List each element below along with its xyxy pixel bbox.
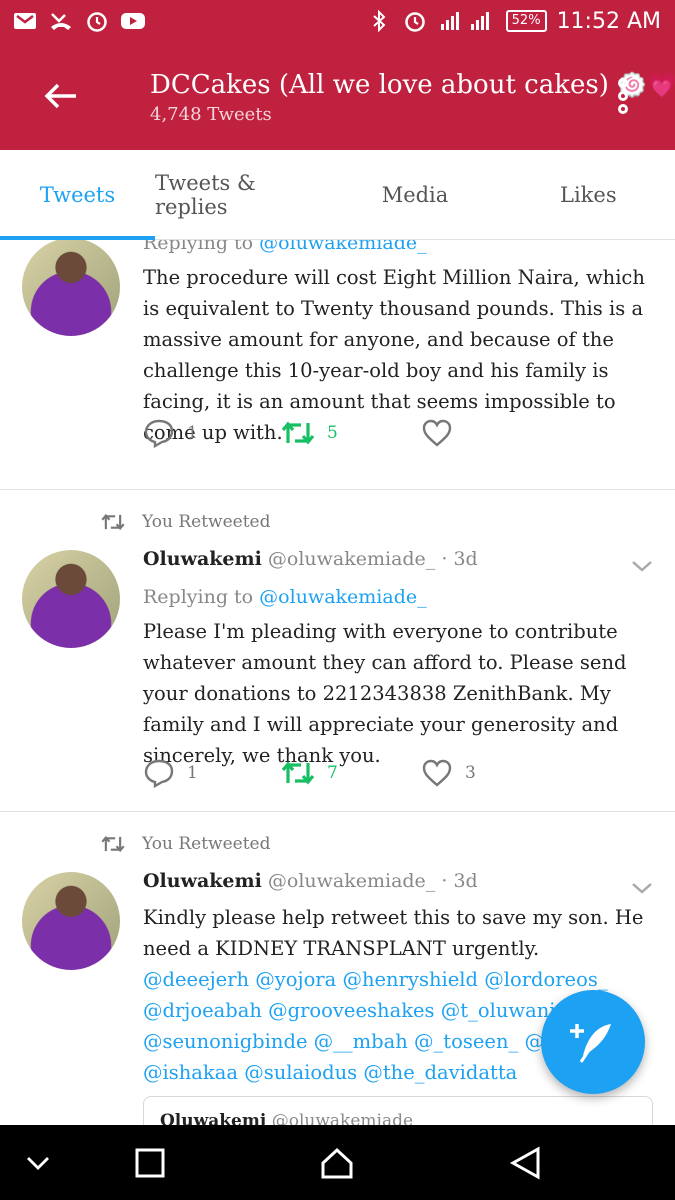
author-name: Oluwakemi [143,548,262,570]
retweet-button[interactable]: 5 [281,419,421,447]
account-title: DCCakes (All we love about cakes) 🍥💗 [150,70,675,100]
author-handle: @oluwakemiade_ [267,870,436,892]
tweet-feed[interactable]: Replying to @oluwakemiade_ The procedure… [0,240,675,1125]
retweet-icon [281,761,315,785]
quote-author-handle: @oluwakemiade_ [271,1111,422,1125]
avatar[interactable] [22,550,120,648]
alarm-icon [402,8,428,34]
home-button[interactable] [317,1143,357,1183]
avatar[interactable] [22,872,120,970]
reply-button[interactable]: 1 [143,758,281,788]
like-button[interactable] [421,419,453,447]
dot-icon [618,91,628,101]
gmail-icon [12,8,38,34]
clock: 11:52 AM [556,8,661,34]
tweet-actions: 1 7 3 [143,758,476,788]
profile-header: DCCakes (All we love about cakes) 🍥💗 4,7… [0,44,675,150]
app-top-bar: 52% 11:52 AM DCCakes (All we love about … [0,0,675,150]
status-bar: 52% 11:52 AM [0,0,675,44]
overflow-menu-button[interactable] [608,74,638,118]
reply-icon [144,419,174,448]
back-arrow-icon [44,83,76,109]
tweet-actions: 1 5 [143,418,453,448]
chevron-down-icon[interactable] [630,558,654,574]
retweet-context: You Retweeted [100,834,270,854]
retweet-context: You Retweeted [100,512,270,532]
back-triangle-icon [509,1146,540,1180]
heart-icon [422,759,452,787]
author-handle: @oluwakemiade_ [267,548,436,570]
compose-feather-icon [570,1024,611,1063]
tweet-author[interactable]: Oluwakemi @oluwakemiade_ · 3d [143,548,478,570]
tab-likes[interactable]: Likes [502,150,675,239]
account-name: DCCakes (All we love about cakes) [150,70,609,100]
dot-icon [618,78,628,88]
back-nav-button[interactable] [505,1143,545,1183]
signal-icon [438,8,496,34]
retweet-button[interactable]: 7 [281,759,421,787]
tweet-author[interactable]: Oluwakemi @oluwakemiade_ · 3d [143,870,478,892]
battery-indicator: 52% [505,10,547,32]
tweet-count: 4,748 Tweets [150,104,272,125]
replying-to-handle-link[interactable]: @oluwakemiade_ [259,586,426,608]
hide-nav-button[interactable] [18,1143,58,1183]
quoted-tweet-card[interactable]: Oluwakemi @oluwakemiade_ [143,1096,653,1125]
retweet-count: 7 [327,763,338,783]
home-icon [321,1147,353,1179]
dot-icon [618,104,628,114]
back-button[interactable] [36,74,86,118]
tweet-text: Please I'm pleading with everyone to con… [143,620,627,767]
heart-icon [422,419,452,447]
missed-call-icon [48,8,74,34]
youtube-icon [120,8,146,34]
reply-button[interactable]: 1 [143,418,281,448]
tweet-time: · 3d [441,870,478,892]
like-button[interactable]: 3 [421,759,476,787]
system-navigation-bar [0,1125,675,1200]
chevron-down-icon [27,1157,49,1170]
like-count: 3 [465,763,476,783]
reply-icon [144,759,174,788]
retweet-icon [281,421,315,445]
retweet-label: You Retweeted [142,834,271,854]
chevron-down-icon[interactable] [630,880,654,896]
quote-author-name: Oluwakemi [160,1111,267,1125]
retweet-icon [101,513,125,531]
replying-to-handle-link[interactable]: @oluwakemiade_ [259,240,426,254]
tab-tweets[interactable]: Tweets [0,150,155,240]
recent-apps-button[interactable] [130,1143,170,1183]
retweet-label: You Retweeted [142,512,271,532]
bluetooth-icon [366,8,392,34]
profile-tabs: Tweets Tweets & replies Media Likes [0,150,675,240]
tweet-item[interactable]: You Retweeted Oluwakemi @oluwakemiade_ ·… [0,490,675,812]
avatar[interactable] [22,240,120,336]
square-icon [135,1148,165,1178]
tab-tweets-and-replies[interactable]: Tweets & replies [155,150,328,239]
replying-to: Replying to @oluwakemiade_ [143,586,427,608]
compose-tweet-button[interactable] [541,990,645,1094]
replying-to: Replying to @oluwakemiade_ [143,240,427,254]
reply-count: 1 [187,423,198,443]
tweet-time: · 3d [441,548,478,570]
alarm-icon [84,8,110,34]
tweet-item[interactable]: Replying to @oluwakemiade_ The procedure… [0,240,675,490]
author-name: Oluwakemi [143,870,262,892]
retweet-icon [101,835,125,853]
reply-count: 1 [187,763,198,783]
tab-media[interactable]: Media [328,150,501,239]
retweet-count: 5 [327,423,338,443]
